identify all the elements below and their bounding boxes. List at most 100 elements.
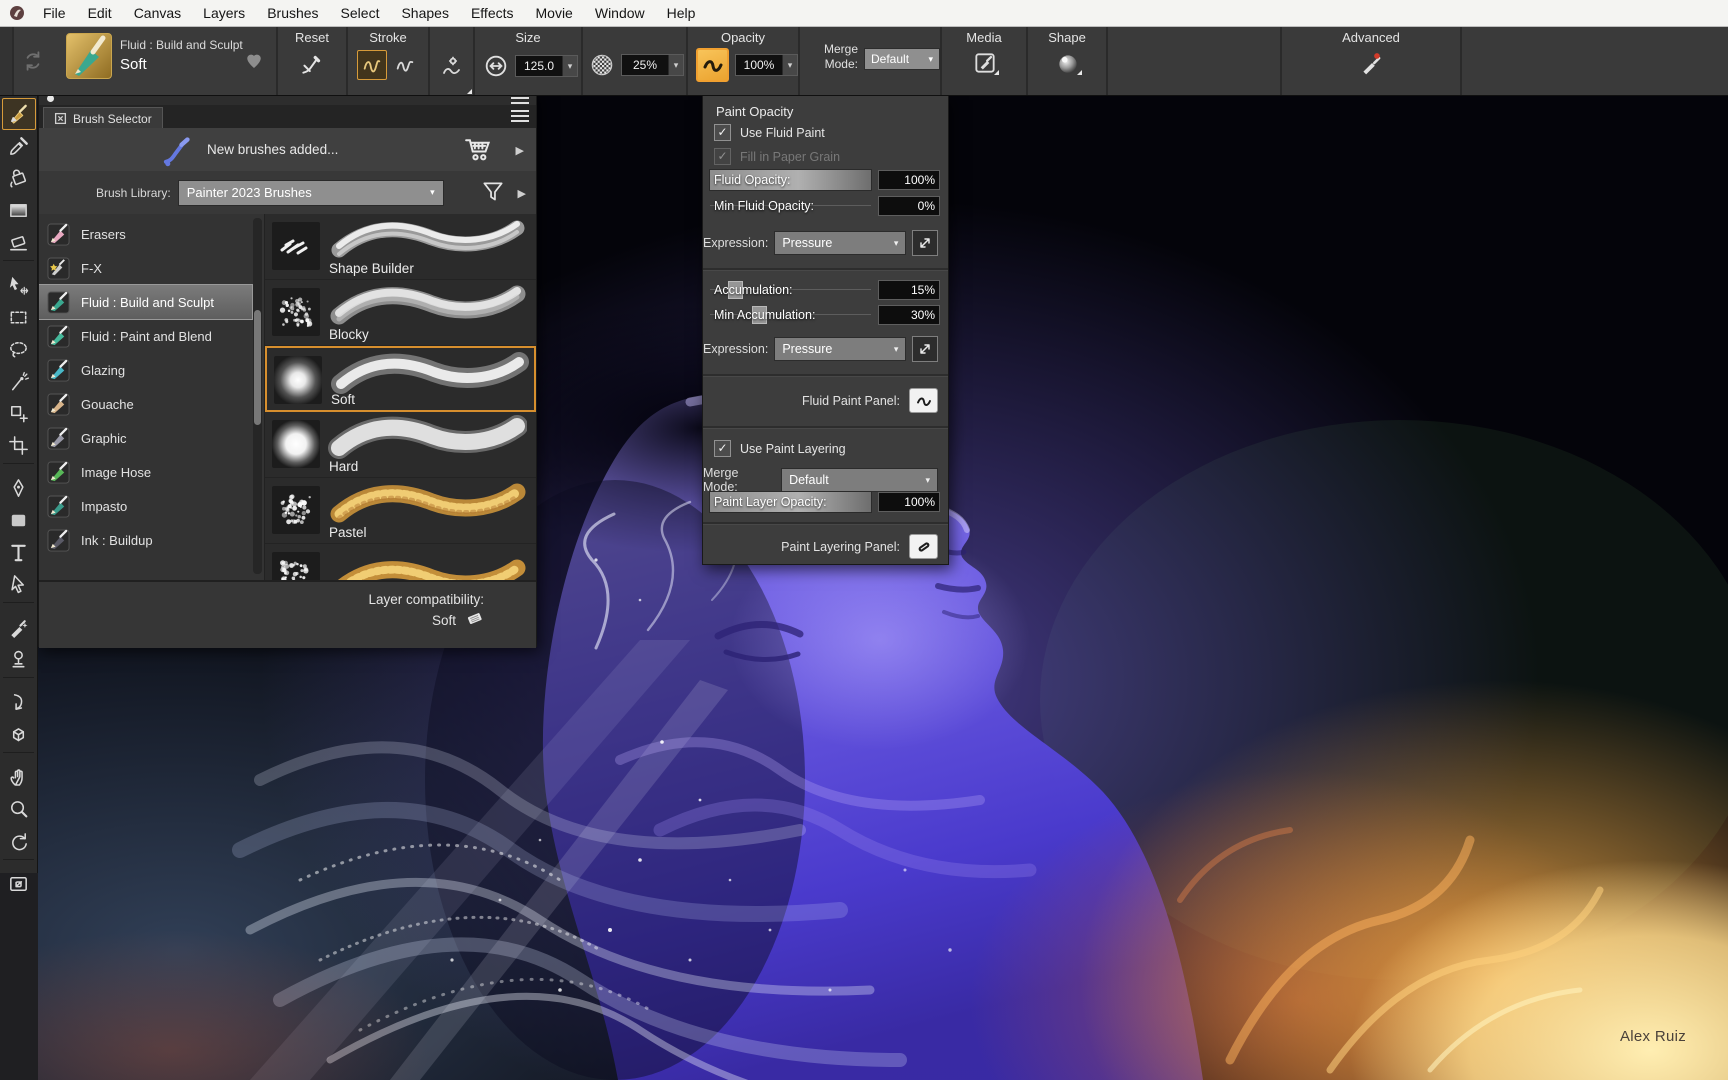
grain-icon[interactable] — [589, 52, 615, 78]
menu-item-canvas[interactable]: Canvas — [123, 0, 192, 26]
min-fluid-opacity-slider[interactable]: Min Fluid Opacity: — [709, 195, 872, 217]
size-icon[interactable] — [483, 53, 509, 79]
brush-variant-hard[interactable]: Hard — [265, 412, 536, 478]
brush-variant-shape-builder[interactable]: Shape Builder — [265, 214, 536, 280]
brush-category-gouache[interactable]: Gouache — [39, 387, 264, 421]
menu-item-help[interactable]: Help — [656, 0, 707, 26]
brush-store-cart-icon[interactable] — [462, 134, 494, 164]
min-accumulation-value[interactable]: 30% — [878, 305, 940, 325]
filter-funnel-icon[interactable] — [480, 179, 506, 205]
expression-settings-icon-1[interactable] — [912, 230, 938, 256]
grain-dropdown-arrow-icon[interactable]: ▾ — [668, 55, 683, 75]
brush-category-ink-buildup[interactable]: Ink : Buildup — [39, 523, 264, 557]
brush-category-fluid-paint-and-blend[interactable]: Fluid : Paint and Blend — [39, 319, 264, 353]
dropper-tool[interactable] — [2, 130, 36, 162]
menu-item-select[interactable]: Select — [330, 0, 391, 26]
expression-select-2[interactable]: Pressure▾ — [774, 337, 906, 361]
min-fluid-opacity-value[interactable]: 0% — [878, 196, 940, 216]
shape-selection-tool[interactable] — [2, 568, 36, 600]
menu-item-edit[interactable]: Edit — [77, 0, 123, 26]
opacity-value-combo[interactable]: 100% ▾ — [735, 54, 798, 76]
new-brushes-banner[interactable]: New brushes added... ▶ — [39, 128, 536, 172]
brush-tool[interactable] — [2, 98, 36, 130]
panel-merge-mode-select[interactable]: Default▾ — [781, 468, 938, 492]
min-accumulation-slider[interactable]: Min Accumulation: — [709, 304, 872, 326]
rectangular-selection-tool[interactable] — [2, 301, 36, 333]
brush-variant-soft[interactable]: Soft — [265, 346, 536, 412]
freehand-stroke-button[interactable] — [357, 50, 387, 80]
filter-expand-arrow-icon[interactable]: ▶ — [518, 187, 526, 200]
grain-value-combo[interactable]: 25% ▾ — [621, 54, 684, 76]
current-brush-thumbnail[interactable] — [66, 33, 112, 79]
pen-tool[interactable] — [2, 472, 36, 504]
brush-category-image-hose[interactable]: Image Hose — [39, 455, 264, 489]
navigator-tool[interactable] — [2, 868, 36, 900]
eraser-tool[interactable] — [2, 226, 36, 258]
brush-category-glazing[interactable]: Glazing — [39, 353, 264, 387]
use-paint-layering-checkbox[interactable]: ✓ Use Paint Layering — [703, 440, 948, 457]
category-scrollbar[interactable] — [253, 218, 262, 574]
brush-variant-pastel[interactable]: Pastel — [265, 478, 536, 544]
menu-item-layers[interactable]: Layers — [192, 0, 256, 26]
cloner-tool[interactable] — [2, 611, 36, 643]
brush-variant-partial[interactable] — [265, 544, 536, 580]
use-fluid-paint-checkbox[interactable]: ✓ Use Fluid Paint — [703, 124, 948, 141]
brush-selector-tab[interactable]: Brush Selector — [43, 107, 163, 129]
paint-bucket-tool[interactable] — [2, 162, 36, 194]
paint-opacity-flyout-button[interactable] — [696, 48, 729, 82]
accumulation-slider[interactable]: Accumulation: — [709, 279, 872, 301]
expression-select-1[interactable]: Pressure▾ — [774, 231, 906, 255]
transform-tool[interactable] — [2, 397, 36, 429]
open-paint-layering-panel-button[interactable] — [909, 534, 938, 559]
text-tool[interactable] — [2, 536, 36, 568]
grabber-tool[interactable] — [2, 761, 36, 793]
menu-item-effects[interactable]: Effects — [460, 0, 525, 26]
paint-layer-opacity-slider[interactable]: Paint Layer Opacity: — [709, 491, 872, 513]
advanced-brush-settings-button[interactable] — [1282, 50, 1460, 76]
paint-layer-opacity-value[interactable]: 100% — [878, 492, 940, 512]
opacity-value[interactable]: 100% — [736, 55, 782, 75]
brush-category-fluid-build-and-sculpt[interactable]: Fluid : Build and Sculpt — [39, 285, 252, 319]
reset-brush-button[interactable] — [278, 51, 346, 77]
fluid-opacity-slider[interactable]: Fluid Opacity: — [709, 169, 872, 191]
magic-wand-tool[interactable] — [2, 365, 36, 397]
opacity-dropdown-arrow-icon[interactable]: ▾ — [782, 55, 797, 75]
checkbox-checked-icon-2[interactable]: ✓ — [714, 440, 731, 457]
accumulation-value[interactable]: 15% — [878, 280, 940, 300]
menu-item-movie[interactable]: Movie — [525, 0, 584, 26]
rectangular-shape-tool[interactable] — [2, 504, 36, 536]
size-dropdown-arrow-icon[interactable]: ▾ — [562, 56, 577, 76]
menu-item-file[interactable]: File — [32, 0, 77, 26]
perspective-guides-tool[interactable] — [2, 718, 36, 750]
tab-menu-icon[interactable] — [511, 110, 529, 122]
merge-mode-select[interactable]: Default ▾ — [864, 48, 940, 70]
shape-flyout-button[interactable] — [1053, 50, 1083, 76]
crop-tool[interactable] — [2, 429, 36, 461]
menu-item-shapes[interactable]: Shapes — [390, 0, 459, 26]
gradient-tool[interactable] — [2, 194, 36, 226]
checkbox-checked-icon[interactable]: ✓ — [714, 124, 731, 141]
close-panel-icon[interactable] — [54, 112, 67, 125]
menu-item-window[interactable]: Window — [584, 0, 656, 26]
restore-default-variant-icon[interactable] — [20, 48, 46, 74]
size-value-combo[interactable]: 125.0 ▾ — [515, 55, 578, 77]
brush-category-impasto[interactable]: Impasto — [39, 489, 264, 523]
straight-line-stroke-button[interactable] — [391, 50, 419, 78]
favorite-heart-icon[interactable] — [242, 48, 266, 72]
lasso-tool[interactable] — [2, 333, 36, 365]
expression-settings-icon-2[interactable] — [912, 336, 938, 362]
fluid-opacity-value[interactable]: 100% — [878, 170, 940, 190]
category-scrollbar-thumb[interactable] — [254, 310, 261, 425]
size-value[interactable]: 125.0 — [516, 56, 562, 76]
brush-category-graphic[interactable]: Graphic — [39, 421, 264, 455]
brush-category-f-x[interactable]: F-X — [39, 251, 264, 285]
stroke-attributes-button[interactable] — [430, 54, 473, 80]
rubber-stamp-tool[interactable] — [2, 643, 36, 675]
media-flyout-button[interactable] — [970, 50, 1000, 76]
rotate-page-tool[interactable] — [2, 825, 36, 857]
layer-adjuster-tool[interactable] — [2, 269, 36, 301]
mirror-painting-tool[interactable] — [2, 686, 36, 718]
magnifier-tool[interactable] — [2, 793, 36, 825]
menu-item-brushes[interactable]: Brushes — [256, 0, 329, 26]
brush-variant-blocky[interactable]: Blocky — [265, 280, 536, 346]
